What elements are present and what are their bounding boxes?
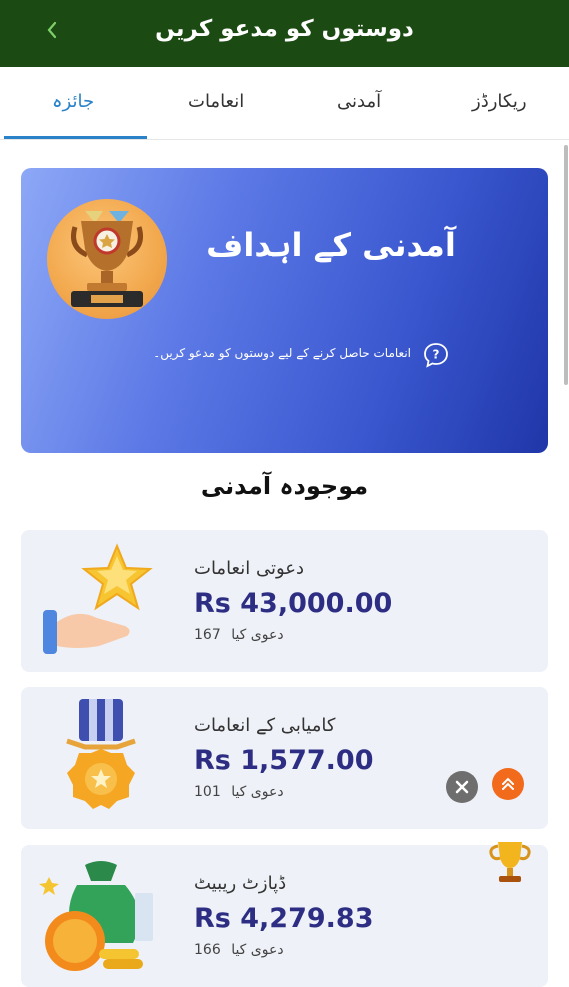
app-header: دوستوں کو مدعو کریں: [0, 0, 569, 67]
current-earnings-heading: موجودہ آمدنی: [200, 472, 369, 500]
double-chevron-up-icon: [502, 777, 514, 790]
achievement-rewards-card[interactable]: کامیابی کے انعامات Rs 1,577.00 101 دعوی …: [21, 687, 548, 829]
deposit-rebate-card[interactable]: ڈپازٹ ریبیٹ Rs 4,279.83 166 دعوی کیا: [21, 845, 548, 987]
card-amount: Rs 43,000.00: [194, 588, 393, 619]
tabs-divider: [0, 139, 569, 140]
claimed-label: دعوی کیا: [231, 942, 284, 958]
money-bag-icon: [39, 861, 153, 971]
banner-subtitle: انعامات حاصل کرنے کے لیے دوستوں کو مدعو …: [153, 346, 411, 360]
invitation-rewards-card[interactable]: دعوتی انعامات Rs 43,000.00 167 دعوی کیا: [21, 530, 548, 672]
close-icon: [455, 780, 469, 794]
card-amount: Rs 4,279.83: [194, 903, 374, 934]
tab-income[interactable]: آمدنی: [337, 91, 381, 112]
page-title: دوستوں کو مدعو کریں: [155, 16, 414, 42]
card-label: کامیابی کے انعامات: [194, 715, 336, 736]
earnings-goal-banner: آمدنی کے اہداف انعامات حاصل کرنے کے لیے …: [21, 168, 548, 453]
trophy-icon: [71, 211, 143, 307]
claimed-meta: 167 دعوی کیا: [194, 627, 284, 643]
svg-text:?: ?: [433, 348, 440, 362]
card-label: دعوتی انعامات: [194, 558, 305, 579]
scroll-top-button[interactable]: [492, 768, 524, 800]
medal-icon: [66, 699, 136, 809]
trophy-icon[interactable]: [484, 836, 536, 888]
claimed-label: دعوی کیا: [231, 627, 284, 643]
claimed-meta: 166 دعوی کیا: [194, 942, 284, 958]
card-amount: Rs 1,577.00: [194, 745, 374, 776]
star-hand-icon: [43, 543, 153, 654]
trophy-badge: [47, 199, 167, 319]
tab-bar: جائزہ انعامات آمدنی ریکارڈز: [0, 67, 569, 139]
tab-records[interactable]: ریکارڈز: [472, 91, 527, 112]
card-label: ڈپازٹ ریبیٹ: [194, 873, 287, 894]
question-bubble-icon[interactable]: ?: [423, 342, 449, 368]
close-floating-button[interactable]: [446, 771, 478, 803]
claimed-label: دعوی کیا: [231, 784, 284, 800]
claimed-count: 167: [194, 627, 221, 643]
tab-rewards[interactable]: انعامات: [188, 91, 244, 112]
banner-title: آمدنی کے اہداف: [206, 226, 456, 264]
scrollbar[interactable]: [564, 145, 568, 385]
claimed-count: 166: [194, 942, 221, 958]
claimed-count: 101: [194, 784, 221, 800]
claimed-meta: 101 دعوی کیا: [194, 784, 284, 800]
tab-overview[interactable]: جائزہ: [52, 91, 94, 112]
